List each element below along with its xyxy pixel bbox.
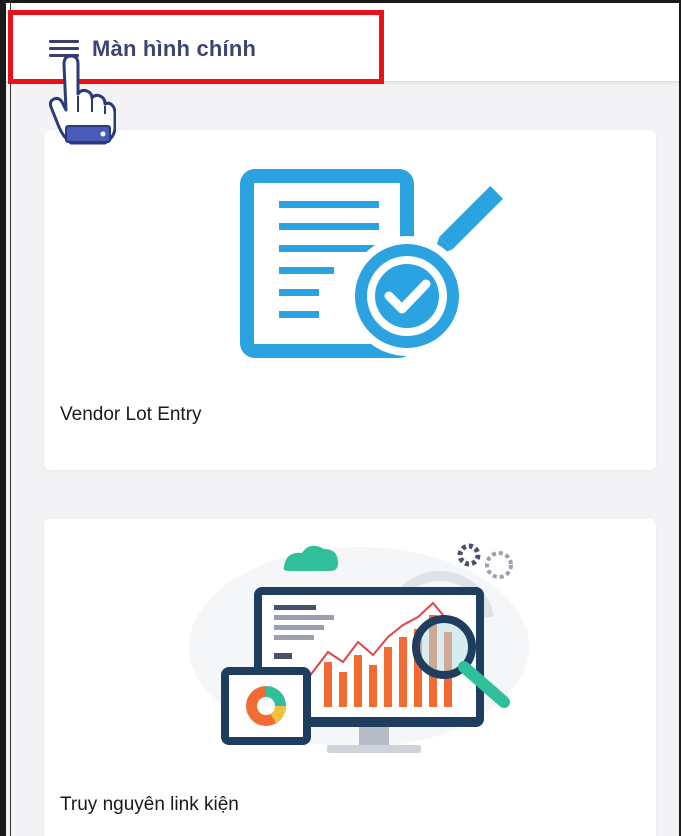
- window-edge-line: [10, 0, 11, 836]
- vendor-lot-entry-card[interactable]: Vendor Lot Entry: [44, 130, 656, 470]
- truy-nguyen-link-kien-card[interactable]: Truy nguyên link kiện: [44, 519, 656, 836]
- document-approved-icon: [240, 169, 504, 358]
- analytics-dashboard-icon: [189, 543, 529, 753]
- card-label-truy-nguyen-link-kien: Truy nguyên link kiện: [60, 794, 239, 815]
- card-label-vendor-lot-entry: Vendor Lot Entry: [60, 404, 202, 425]
- pointing-hand-icon: [48, 54, 116, 145]
